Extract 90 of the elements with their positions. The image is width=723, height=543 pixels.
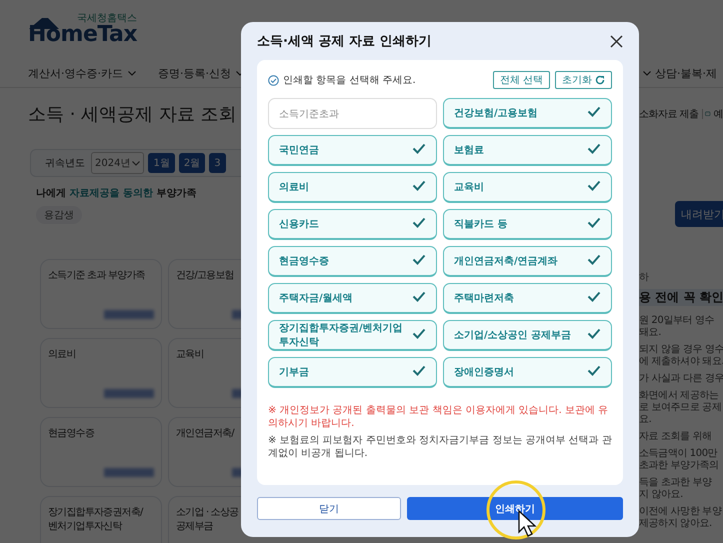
- close-button[interactable]: 닫기: [257, 497, 401, 520]
- notice-text: ※ 개인정보가 공개된 출력물의 보관 책임은 이용자에게 있습니다. 보관에 유의하시기 바랍니다.: [268, 404, 610, 430]
- check-icon: [412, 217, 426, 228]
- notice-paragraph: 자료 조회를 위해: [639, 431, 712, 443]
- print-option[interactable]: 주택마련저축: [443, 283, 612, 314]
- summary-card[interactable]: 소득기준 초과 부양가족: [40, 259, 162, 329]
- print-button[interactable]: 인쇄하기: [407, 497, 623, 520]
- print-option[interactable]: 신용카드: [268, 209, 437, 240]
- notice-paragraph: 화면에서 제공하는 로 보여주므로 공제 요.: [639, 390, 722, 426]
- nav-menu-item[interactable]: 증명·등록·신청: [158, 66, 241, 81]
- highlight-circle: [486, 480, 546, 540]
- download-button[interactable]: 내려받기: [675, 201, 723, 227]
- print-option[interactable]: 건강보험/고용보험: [443, 98, 612, 129]
- select-all-button[interactable]: 전체 선택: [492, 71, 550, 89]
- month-button[interactable]: 3: [209, 153, 226, 173]
- summary-card[interactable]: 소기업 · 소상공 공제부금: [168, 496, 241, 543]
- check-icon: [412, 291, 426, 302]
- card-title: 건강/고용보험: [176, 269, 235, 283]
- nav-menu-item[interactable]: 상담·불복·제: [655, 66, 717, 81]
- card-title: 개인연금저축/: [176, 427, 236, 441]
- year-dropdown[interactable]: 2024년: [91, 152, 144, 174]
- card-title: 소기업 · 소상공 공제부금: [176, 506, 240, 534]
- print-option[interactable]: 장애인증명서: [443, 357, 612, 388]
- caret-icon: [128, 71, 136, 76]
- check-icon: [587, 180, 601, 191]
- print-option[interactable]: 소득기준초과: [268, 98, 437, 129]
- card-title: 장기집합투자증권저축/ 벤처기업투자신탁: [48, 506, 144, 534]
- menu-link[interactable]: 예: [714, 107, 723, 121]
- check-icon: [587, 328, 601, 339]
- notice-paragraph: 득을 초과한 부양 지 않아요.: [639, 477, 712, 501]
- check-icon: [587, 365, 601, 376]
- check-icon: [412, 180, 426, 191]
- notice-caption: 하: [639, 271, 649, 284]
- print-option[interactable]: 의료비: [268, 172, 437, 203]
- print-option[interactable]: 소기업/소상공인 공제부금: [443, 320, 612, 351]
- nav-menu-item[interactable]: 계산서·영수증·카드: [28, 66, 136, 81]
- family-chip[interactable]: 용감생: [36, 206, 82, 224]
- notice-paragraph: 되지 않을 경우 영수 에 제출하셔야 돼요.: [639, 344, 723, 368]
- blurred-amount: [104, 310, 154, 319]
- reset-button[interactable]: 초기화: [555, 71, 612, 89]
- logo[interactable]: 국세청홈택스 HomeTax: [28, 14, 138, 46]
- month-button[interactable]: 1월: [148, 153, 175, 173]
- submit-link[interactable]: 소화자료 제출: [639, 107, 699, 121]
- check-circle-icon: [268, 74, 279, 86]
- check-icon: [412, 328, 426, 339]
- check-icon: [587, 254, 601, 265]
- notice-heading: 용 전에 꼭 확인: [639, 289, 723, 306]
- card-title: 교육비: [176, 348, 205, 362]
- notice-text: ※ 보험료의 피보험자 주민번호와 정치자금기부금 정보는 공개여부 선택과 관계없이 비공개 됩니다.: [268, 434, 612, 460]
- print-option[interactable]: 보험료: [443, 135, 612, 166]
- card-title: 소득기준 초과 부양가족: [48, 269, 146, 283]
- summary-card[interactable]: 장기집합투자증권저축/ 벤처기업투자신탁: [40, 496, 162, 543]
- summary-card[interactable]: 의료비: [40, 338, 162, 408]
- check-icon: [587, 106, 601, 117]
- check-icon: [412, 365, 426, 376]
- refresh-icon: [595, 75, 605, 85]
- print-option[interactable]: 개인연금저축/연금계좌: [443, 246, 612, 277]
- filter-label: 귀속년도: [45, 157, 86, 170]
- notice-paragraph: 가 사실과 다른 경우: [639, 373, 723, 385]
- card-title: 의료비: [48, 348, 77, 362]
- print-option[interactable]: 주택자금/월세액: [268, 283, 437, 314]
- check-icon: [587, 291, 601, 302]
- consent-text: 나에게 자료제공을 동의한 부양가족: [36, 187, 196, 200]
- check-icon: [587, 143, 601, 154]
- month-button[interactable]: 2월: [178, 153, 206, 173]
- print-option[interactable]: 직불카드 등: [443, 209, 612, 240]
- notice-paragraph: 원 20일부터 영수 돼요.: [639, 315, 714, 339]
- blurred-amount: [104, 389, 154, 398]
- summary-card[interactable]: 건강/고용보험: [168, 259, 241, 329]
- print-option[interactable]: 장기집합투자증권/벤처기업투자신탁: [268, 320, 437, 351]
- caret-icon: [132, 160, 140, 166]
- print-option[interactable]: 교육비: [443, 172, 612, 203]
- summary-card[interactable]: 교육비: [168, 338, 241, 408]
- card-title: 현금영수증: [48, 427, 96, 441]
- summary-card[interactable]: 개인연금저축/: [168, 417, 241, 487]
- page-title: 소득 · 세액공제 자료 조회: [28, 103, 237, 126]
- close-icon[interactable]: [610, 34, 623, 48]
- dialog-title: 소득·세액 공제 자료 인쇄하기: [257, 33, 432, 50]
- instruction-text: 인쇄할 항목을 선택해 주세요.: [283, 74, 416, 87]
- print-option[interactable]: 현금영수증: [268, 246, 437, 277]
- print-option[interactable]: 국민연금: [268, 135, 437, 166]
- notice-paragraph: 소득금액이 100만 초과한 부양가족의: [639, 448, 719, 472]
- check-icon: [412, 143, 426, 154]
- print-option[interactable]: 기부금: [268, 357, 437, 388]
- check-icon: [412, 254, 426, 265]
- summary-card[interactable]: 현금영수증: [40, 417, 162, 487]
- blurred-amount: [104, 468, 154, 477]
- caret-icon: [643, 71, 651, 76]
- check-icon: [587, 217, 601, 228]
- notice-paragraph: 이전에 사망한 부양 제공하지 않아요.: [639, 506, 722, 530]
